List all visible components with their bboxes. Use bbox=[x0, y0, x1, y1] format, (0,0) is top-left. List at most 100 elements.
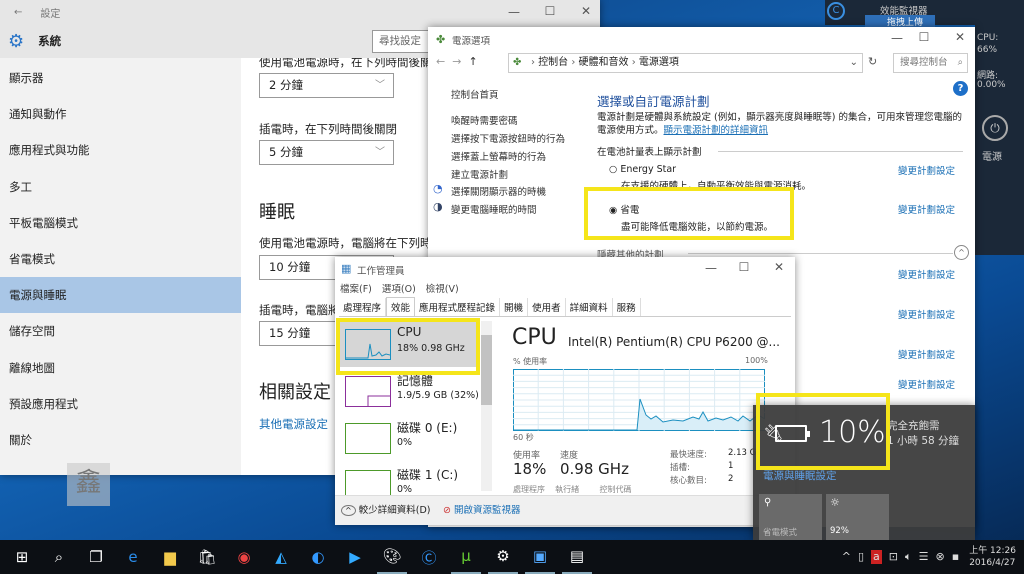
menu-item[interactable]: 選項(O) bbox=[382, 284, 416, 295]
utorrent-icon[interactable]: µ bbox=[451, 540, 481, 574]
sidebar-item[interactable]: 電源與睡眠 bbox=[0, 277, 241, 314]
sidebar-link[interactable]: 選擇按下電源按鈕時的行為 bbox=[451, 131, 565, 145]
upload-button[interactable]: 拖拽上傳 bbox=[865, 15, 935, 28]
power-icon[interactable]: ⏻ bbox=[982, 115, 1008, 141]
up-icon[interactable]: ↑ bbox=[468, 55, 477, 68]
close-button[interactable]: ✕ bbox=[946, 30, 974, 44]
maximize-button[interactable]: ☐ bbox=[910, 30, 938, 44]
start-button[interactable]: ⊞ bbox=[7, 540, 37, 574]
change-plan-settings-link[interactable]: 變更計劃設定 bbox=[898, 163, 955, 177]
back-arrow-icon[interactable]: ← bbox=[14, 7, 22, 18]
change-plan-settings-link[interactable]: 變更計劃設定 bbox=[898, 307, 955, 321]
antivirus-icon[interactable]: a bbox=[871, 550, 882, 564]
sidebar-link[interactable]: 選擇關閉顯示器的時機 bbox=[451, 184, 546, 198]
paint-icon[interactable]: 🎨︎ bbox=[377, 540, 407, 574]
tab[interactable]: 使用者 bbox=[528, 298, 566, 316]
media-player-icon[interactable]: ▶ bbox=[340, 540, 370, 574]
radio-unselected[interactable]: ○ bbox=[609, 164, 617, 175]
other-power-settings-link[interactable]: 其他電源設定 bbox=[259, 416, 328, 432]
change-plan-settings-link[interactable]: 變更計劃設定 bbox=[898, 202, 955, 216]
sidebar-item[interactable]: 省電模式 bbox=[0, 241, 241, 277]
brightness-tile[interactable]: ☼ 92% bbox=[826, 494, 889, 540]
app-icon[interactable]: Ⓒ bbox=[414, 540, 444, 574]
change-plan-settings-link[interactable]: 變更計劃設定 bbox=[898, 267, 955, 281]
sidebar-item[interactable]: 平板電腦模式 bbox=[0, 205, 241, 241]
chrome-icon[interactable]: ◉ bbox=[229, 540, 259, 574]
tab[interactable]: 應用程式歷程記錄 bbox=[415, 298, 501, 316]
task-manager-icon[interactable]: ▤ bbox=[562, 540, 592, 574]
resource-item[interactable]: 磁碟 0 (E:) 0% bbox=[339, 415, 479, 461]
highlight-box bbox=[756, 393, 890, 470]
sidebar-item[interactable]: 應用程式與功能 bbox=[0, 132, 241, 168]
tab[interactable]: 處理程序 bbox=[339, 298, 387, 316]
close-button[interactable]: ✕ bbox=[572, 4, 600, 18]
plan-details-link[interactable]: 顯示電源計劃的詳細資訊 bbox=[664, 125, 769, 136]
minimize-button[interactable]: — bbox=[697, 261, 725, 275]
open-resource-monitor-link[interactable]: ⊘ 開啟資源監視器 bbox=[443, 502, 521, 516]
breadcrumb-item[interactable]: 硬體和音效 bbox=[579, 57, 629, 68]
power-sleep-settings-link[interactable]: 電源與睡眠設定 bbox=[763, 468, 837, 483]
close-button[interactable]: ✕ bbox=[765, 260, 793, 274]
store-icon[interactable]: 🛍︎ bbox=[192, 540, 222, 574]
menu-item[interactable]: 檔案(F) bbox=[340, 284, 372, 295]
clock[interactable]: 上午 12:26 2016/4/27 bbox=[969, 545, 1016, 569]
scrollbar[interactable] bbox=[481, 321, 492, 491]
sidebar-link[interactable]: 控制台首頁 bbox=[451, 87, 499, 101]
ime-icon[interactable]: ▪ bbox=[952, 550, 959, 564]
app-icon[interactable]: ◐ bbox=[303, 540, 333, 574]
chevron-down-icon[interactable]: ⌄ bbox=[850, 54, 858, 72]
chevron-up-icon[interactable]: ^ bbox=[842, 550, 851, 564]
fewer-details-button[interactable]: ^ 較少詳細資料(D) bbox=[341, 502, 430, 516]
search-control-panel-input[interactable]: 搜尋控制台 ⌕ bbox=[893, 53, 968, 73]
tab[interactable]: 服務 bbox=[613, 298, 641, 316]
sidebar-item[interactable]: 儲存空間 bbox=[0, 313, 241, 349]
sidebar-link[interactable]: 變更電腦睡眠的時間 bbox=[451, 202, 537, 216]
search-settings-input[interactable]: 尋找設定 bbox=[372, 30, 432, 53]
change-plan-settings-link[interactable]: 變更計劃設定 bbox=[898, 377, 955, 391]
network-icon[interactable]: ⊡ bbox=[889, 550, 898, 564]
control-panel-icon[interactable]: ▣ bbox=[525, 540, 555, 574]
app-tray-icon[interactable]: ⊗ bbox=[936, 550, 945, 564]
back-icon[interactable]: ← bbox=[436, 55, 445, 68]
breadcrumb-item[interactable]: 控制台 bbox=[538, 57, 568, 68]
help-icon[interactable]: ? bbox=[953, 81, 968, 96]
tab[interactable]: 效能 bbox=[386, 297, 416, 316]
sidebar-item[interactable]: 多工 bbox=[0, 169, 241, 205]
sidebar-item[interactable]: 通知與動作 bbox=[0, 96, 241, 132]
maximize-button[interactable]: ☐ bbox=[536, 4, 564, 18]
sidebar-link[interactable]: 選擇蓋上螢幕時的行為 bbox=[451, 149, 546, 163]
maximize-button[interactable]: ☐ bbox=[730, 260, 758, 274]
tab[interactable]: 開機 bbox=[500, 298, 529, 316]
breadcrumb-item[interactable]: 電源選項 bbox=[639, 57, 679, 68]
menu-item[interactable]: 檢視(V) bbox=[426, 284, 459, 295]
sidebar-item[interactable]: 關於 bbox=[0, 422, 241, 458]
dropdown-value: 2 分鐘 bbox=[269, 78, 303, 92]
forward-icon[interactable]: → bbox=[452, 55, 461, 68]
screen-battery-dropdown[interactable]: 2 分鐘 ﹀ bbox=[259, 73, 394, 98]
app-icon[interactable]: ◭ bbox=[266, 540, 296, 574]
settings-icon[interactable]: ⚙ bbox=[488, 540, 518, 574]
task-view-icon[interactable]: ❐ bbox=[81, 540, 111, 574]
address-bar[interactable]: ✤ › 控制台 › 硬體和音效 › 電源選項 ⌄ bbox=[508, 53, 863, 73]
sidebar-item[interactable]: 離線地圖 bbox=[0, 350, 241, 386]
sidebar-link[interactable]: 喚醒時需要密碼 bbox=[451, 113, 518, 127]
battery-tray-icon[interactable]: ▯ bbox=[858, 550, 864, 564]
minimize-button[interactable]: — bbox=[883, 31, 911, 45]
volume-icon[interactable]: 🔈︎ bbox=[905, 550, 912, 564]
edge-icon[interactable]: e bbox=[118, 540, 148, 574]
battery-saver-tile[interactable]: ⚲ 省電模式 bbox=[759, 494, 822, 540]
sidebar-item[interactable]: 顯示器 bbox=[0, 60, 241, 96]
stat-label: 插槽: bbox=[670, 463, 690, 473]
search-icon[interactable]: ⌕ bbox=[44, 540, 74, 574]
sidebar-link[interactable]: 建立電源計劃 bbox=[451, 167, 508, 181]
file-explorer-icon[interactable]: ▆ bbox=[155, 540, 185, 574]
minimize-button[interactable]: — bbox=[500, 5, 528, 19]
refresh-icon[interactable]: ↻ bbox=[868, 55, 877, 68]
battery-flyout: 🔌︎ 10% 完全充飽需 1 小時 58 分鐘 電源與睡眠設定 ⚲ 省電模式 ☼ 9… bbox=[753, 393, 975, 540]
change-plan-settings-link[interactable]: 變更計劃設定 bbox=[898, 347, 955, 361]
notification-icon[interactable]: ☰ bbox=[919, 550, 929, 564]
collapse-icon[interactable]: ^ bbox=[954, 245, 969, 260]
tab[interactable]: 詳細資料 bbox=[566, 298, 613, 316]
screen-plugged-dropdown[interactable]: 5 分鐘 ﹀ bbox=[259, 140, 394, 165]
sidebar-item[interactable]: 預設應用程式 bbox=[0, 386, 241, 422]
